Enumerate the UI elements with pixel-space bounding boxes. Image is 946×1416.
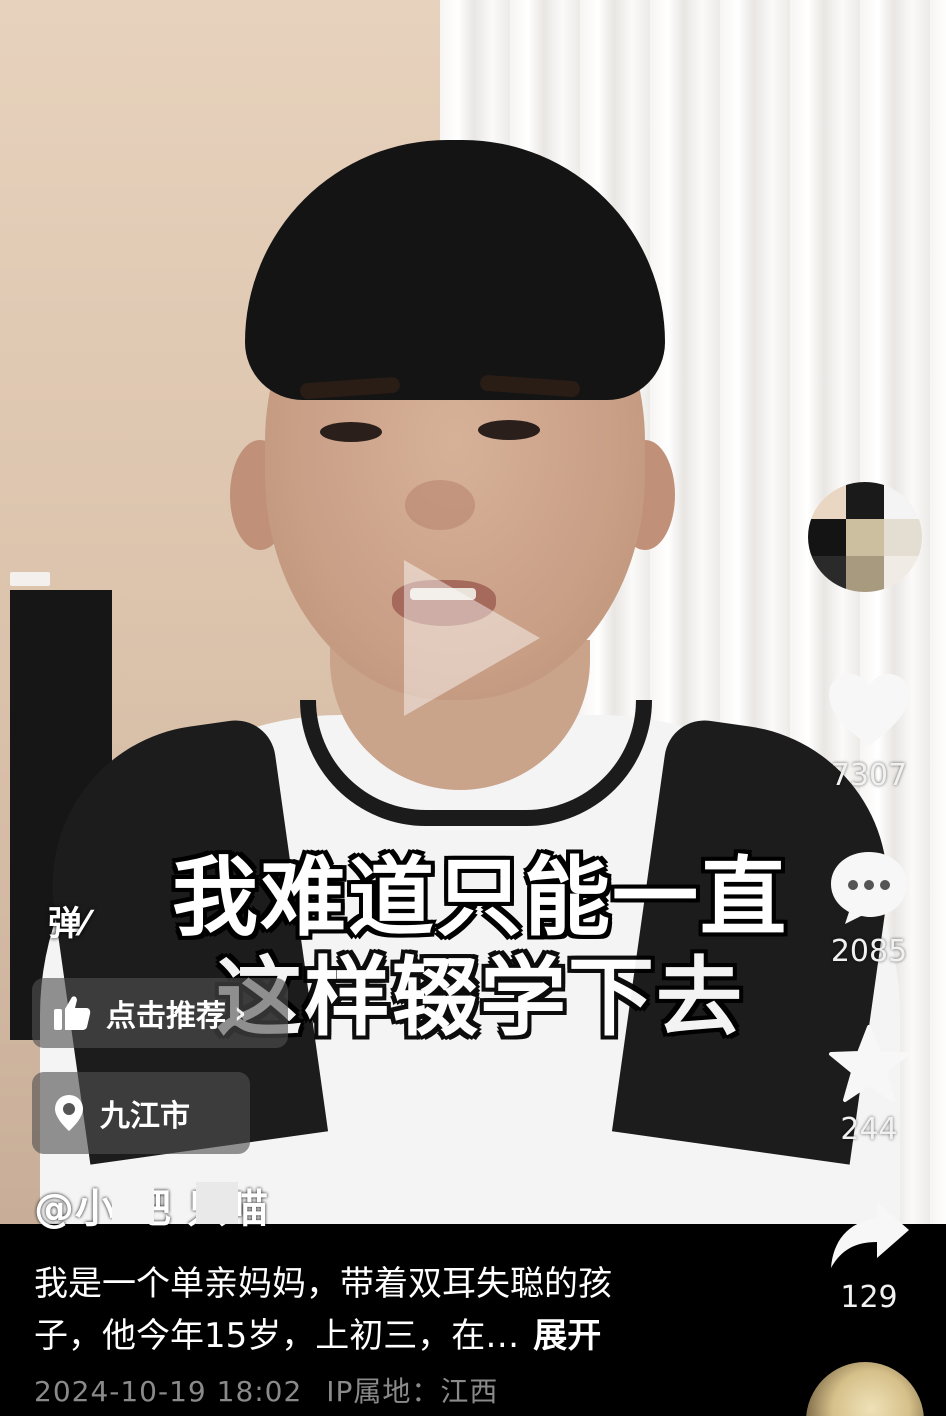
avatar-mosaic-cell [884, 482, 922, 519]
comment-button[interactable]: 2085 [814, 848, 924, 969]
location-label: 九江市 [100, 1099, 190, 1134]
thumbs-up-icon [52, 994, 92, 1032]
recommend-button[interactable]: 点击推荐 › [32, 978, 288, 1048]
post-datetime: 2024-10-19 18:02 [34, 1375, 303, 1408]
play-icon[interactable] [404, 560, 540, 716]
like-button[interactable]: 7307 [814, 672, 924, 793]
description-line-2: 子，他今年15岁，上初三，在… [34, 1316, 520, 1356]
share-arrow-icon [827, 1198, 911, 1276]
avatar-mosaic-cell [808, 519, 846, 556]
caption-line-1: 我难道只能一直 [172, 848, 788, 948]
danmaku-toggle[interactable]: 弹⁄ [48, 896, 88, 945]
ip-location: IP属地：江西 [326, 1375, 499, 1408]
recommend-label: 点击推荐 [106, 999, 226, 1034]
danmaku-slash-icon: ⁄ [82, 904, 88, 944]
comment-bubble-icon [827, 848, 911, 930]
chevron-right-icon: › [234, 995, 247, 1031]
like-count: 7307 [830, 758, 908, 793]
video-player[interactable]: 我难道只能一直 这样辍学下去 弹⁄ 点击推荐 › 九江市 @小 吧 只喵 [0, 0, 946, 1416]
person-nose [405, 480, 475, 530]
mosaic-block [196, 1182, 238, 1224]
favorite-button[interactable]: 244 [814, 1024, 924, 1147]
music-disc-icon[interactable] [806, 1362, 924, 1416]
person-left-eye [320, 422, 382, 442]
danmaku-label: 弹 [48, 904, 82, 944]
expand-link[interactable]: 展开 [533, 1316, 601, 1356]
author-avatar[interactable] [808, 482, 922, 592]
person-right-eye [478, 420, 540, 440]
star-icon [827, 1024, 911, 1108]
avatar-mosaic-cell [846, 519, 884, 556]
mosaic-block [112, 1182, 154, 1224]
avatar-mosaic-cell [846, 556, 884, 592]
avatar-mosaic-cell [884, 519, 922, 556]
share-count: 129 [840, 1280, 898, 1315]
avatar-mosaic-cell [884, 556, 922, 592]
heart-icon [827, 672, 911, 754]
comment-count: 2085 [830, 934, 908, 969]
post-meta: 2024-10-19 18:02 IP属地：江西 [34, 1370, 512, 1410]
share-button[interactable]: 129 [814, 1198, 924, 1315]
background-shelf [10, 572, 50, 586]
avatar-mosaic-cell [846, 482, 884, 519]
avatar-mosaic-cell [808, 556, 846, 592]
description-line-1: 我是一个单亲妈妈，带着双耳失聪的孩 [34, 1264, 612, 1304]
favorite-count: 244 [840, 1112, 898, 1147]
video-description[interactable]: 我是一个单亲妈妈，带着双耳失聪的孩 子，他今年15岁，上初三，在… 展开 [34, 1258, 734, 1362]
location-tag[interactable]: 九江市 [32, 1072, 250, 1154]
location-pin-icon [52, 1093, 86, 1133]
avatar-mosaic-cell [808, 482, 846, 519]
